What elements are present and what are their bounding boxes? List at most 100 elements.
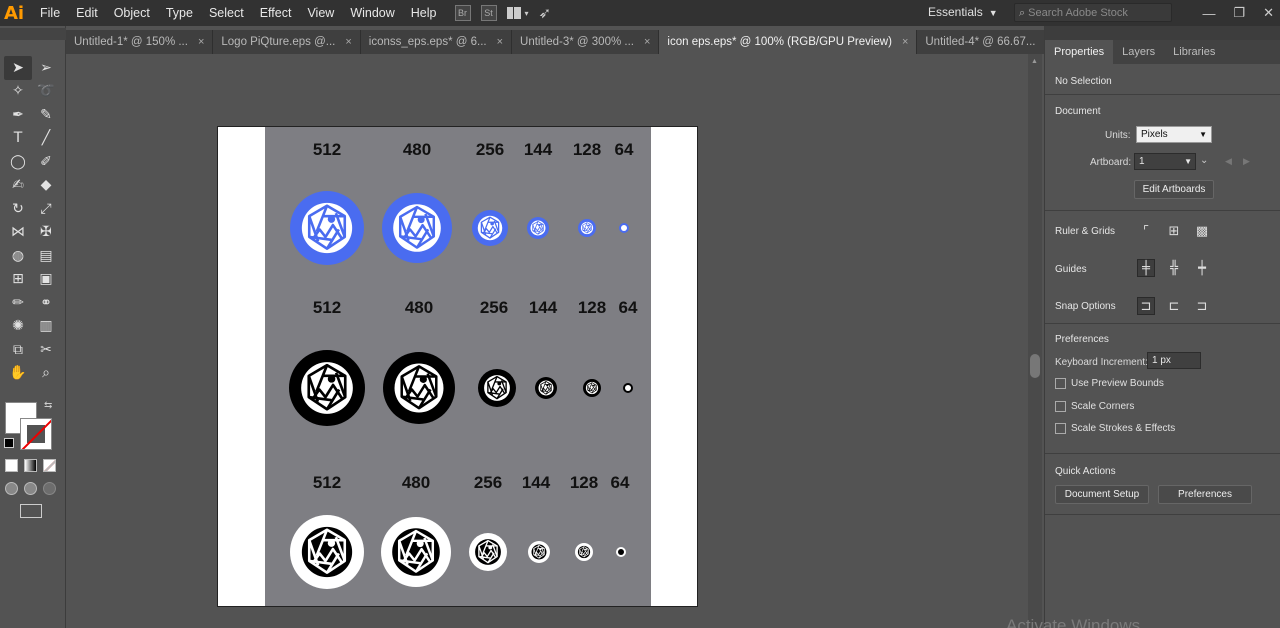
aperture-logo-icon[interactable]: [527, 217, 549, 239]
slice-tool-icon[interactable]: ✂: [32, 338, 60, 362]
checkbox-box[interactable]: [1055, 378, 1066, 389]
snap-to-pixel-icon[interactable]: ⊏: [1165, 297, 1183, 315]
artboard-tool-icon[interactable]: ⧉: [4, 338, 32, 362]
size-label[interactable]: 480: [405, 298, 433, 318]
artboard-dropdown[interactable]: 1 ▼: [1134, 153, 1196, 170]
arrange-documents-icon[interactable]: ▾: [506, 6, 529, 20]
close-icon[interactable]: ×: [497, 36, 503, 48]
tab-untitled-4[interactable]: Untitled-4* @ 66.67...×: [917, 30, 1061, 54]
search-stock-field[interactable]: ⌕: [1014, 3, 1172, 22]
aperture-logo-icon[interactable]: [382, 193, 452, 263]
menu-select[interactable]: Select: [201, 0, 252, 26]
close-icon[interactable]: ×: [644, 36, 650, 48]
aperture-logo-icon[interactable]: [290, 191, 364, 265]
size-label[interactable]: 128: [573, 140, 601, 160]
next-artboard-icon[interactable]: ▶: [1243, 156, 1250, 167]
tab-libraries[interactable]: Libraries: [1164, 40, 1224, 64]
aperture-logo-icon[interactable]: [619, 223, 629, 233]
draw-behind-icon[interactable]: [24, 482, 37, 495]
close-icon[interactable]: ×: [902, 36, 908, 48]
gradient-mode-icon[interactable]: [24, 459, 37, 472]
rulers-icon[interactable]: ⌜: [1137, 222, 1155, 240]
size-label[interactable]: 128: [570, 473, 598, 493]
ellipse-tool-icon[interactable]: ◯: [4, 150, 32, 174]
shaper-tool-icon[interactable]: ✍: [4, 174, 32, 198]
show-guides-icon[interactable]: ╪: [1137, 259, 1155, 277]
aperture-logo-icon[interactable]: [528, 541, 550, 563]
menu-effect[interactable]: Effect: [252, 0, 300, 26]
symbol-sprayer-tool-icon[interactable]: ✺: [4, 315, 32, 339]
artboard[interactable]: 512 480 256 144 128 64 512 480 256 144 128 64 512 480…: [217, 126, 698, 607]
paintbrush-tool-icon[interactable]: ✐: [32, 150, 60, 174]
size-label[interactable]: 512: [313, 298, 341, 318]
lock-guides-icon[interactable]: ╬: [1165, 259, 1183, 277]
type-tool-icon[interactable]: T: [4, 127, 32, 151]
aperture-logo-icon[interactable]: [469, 533, 507, 571]
color-mode-icon[interactable]: [5, 459, 18, 472]
grid-icon[interactable]: ⊞: [1165, 222, 1183, 240]
aperture-logo-icon[interactable]: [535, 377, 557, 399]
size-label[interactable]: 64: [611, 473, 630, 493]
menu-type[interactable]: Type: [158, 0, 201, 26]
aperture-logo-icon[interactable]: [289, 350, 365, 426]
lasso-tool-icon[interactable]: ➰: [32, 80, 60, 104]
size-label[interactable]: 144: [522, 473, 550, 493]
keyboard-increment-field[interactable]: 1 px: [1147, 352, 1201, 369]
pen-tool-icon[interactable]: ✒: [4, 103, 32, 127]
blend-tool-icon[interactable]: ⚭: [32, 291, 60, 315]
scale-tool-icon[interactable]: ⤢: [32, 197, 60, 221]
bridge-icon[interactable]: Br: [454, 5, 471, 21]
edit-artboards-button[interactable]: Edit Artboards: [1134, 180, 1214, 199]
checkbox-box[interactable]: [1055, 401, 1066, 412]
draw-inside-icon[interactable]: [43, 482, 56, 495]
direct-selection-tool-icon[interactable]: ➢: [32, 56, 60, 80]
stroke-swatch[interactable]: [20, 418, 52, 450]
transparency-grid-icon[interactable]: ▩: [1193, 222, 1211, 240]
size-label[interactable]: 256: [474, 473, 502, 493]
size-label[interactable]: 144: [529, 298, 557, 318]
size-label[interactable]: 144: [524, 140, 552, 160]
size-label[interactable]: 480: [402, 473, 430, 493]
tab-icon-eps[interactable]: icon eps.eps* @ 100% (RGB/GPU Preview) ×: [659, 30, 918, 54]
snap-to-grid-icon[interactable]: ⊐: [1193, 297, 1211, 315]
aperture-logo-icon[interactable]: [472, 210, 508, 246]
units-dropdown[interactable]: Pixels ▼: [1136, 126, 1212, 143]
aperture-logo-icon[interactable]: [583, 379, 601, 397]
gpu-performance-icon[interactable]: ➶: [539, 4, 552, 22]
tab-iconss-eps[interactable]: iconss_eps.eps* @ 6... ×: [360, 30, 513, 54]
close-icon[interactable]: ×: [345, 36, 351, 48]
size-label[interactable]: 256: [480, 298, 508, 318]
tab-untitled-3[interactable]: Untitled-3* @ 300% ... ×: [512, 30, 660, 54]
scale-corners-checkbox[interactable]: Scale Corners: [1055, 401, 1134, 412]
none-mode-icon[interactable]: [43, 459, 56, 472]
panel-grip[interactable]: [0, 28, 66, 40]
draw-normal-icon[interactable]: [5, 482, 18, 495]
eyedropper-tool-icon[interactable]: ✏: [4, 291, 32, 315]
smart-guides-icon[interactable]: ┿: [1193, 259, 1211, 277]
close-icon[interactable]: ×: [198, 36, 204, 48]
swap-fill-stroke-icon[interactable]: ⇆: [44, 400, 52, 411]
stock-icon[interactable]: St: [480, 5, 497, 21]
scale-strokes-checkbox[interactable]: Scale Strokes & Effects: [1055, 423, 1175, 434]
search-input[interactable]: [1028, 6, 1159, 19]
document-setup-button[interactable]: Document Setup: [1055, 485, 1149, 504]
line-tool-icon[interactable]: ╱: [32, 127, 60, 151]
menu-help[interactable]: Help: [403, 0, 445, 26]
workspace-switcher[interactable]: Essentials ▼: [928, 0, 998, 26]
zoom-tool-icon[interactable]: ⌕: [32, 362, 60, 386]
puppet-warp-tool-icon[interactable]: ✠: [32, 221, 60, 245]
magic-wand-tool-icon[interactable]: ✧: [4, 80, 32, 104]
curvature-tool-icon[interactable]: ✎: [32, 103, 60, 127]
aperture-logo-icon[interactable]: [575, 543, 593, 561]
menu-object[interactable]: Object: [106, 0, 158, 26]
default-colors-icon[interactable]: [4, 438, 14, 448]
gradient-tool-icon[interactable]: ▣: [32, 268, 60, 292]
aperture-logo-icon[interactable]: [290, 515, 364, 589]
canvas-area[interactable]: 512 480 256 144 128 64 512 480 256 144 128 64 512 480…: [66, 54, 1028, 628]
size-label[interactable]: 480: [403, 140, 431, 160]
panel-grip[interactable]: [1045, 26, 1280, 40]
menu-file[interactable]: File: [32, 0, 68, 26]
close-button[interactable]: ✕: [1263, 5, 1274, 21]
aperture-logo-icon[interactable]: [616, 547, 626, 557]
restore-button[interactable]: ❐: [1233, 5, 1245, 21]
